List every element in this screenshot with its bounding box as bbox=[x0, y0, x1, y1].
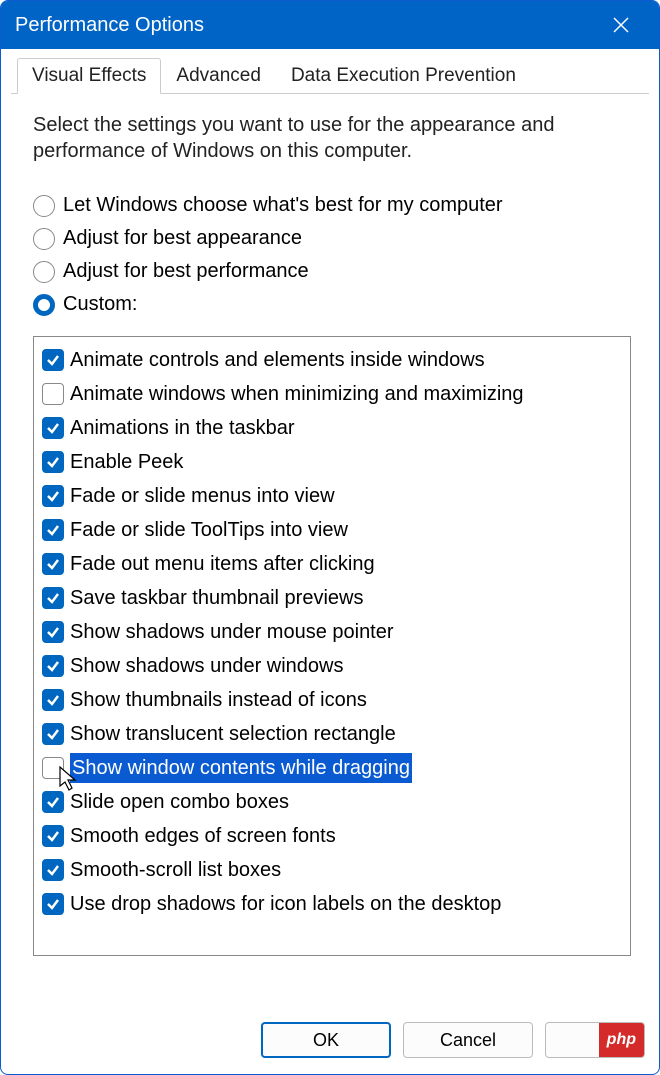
radio-icon bbox=[33, 195, 55, 217]
list-item[interactable]: Fade or slide ToolTips into view bbox=[42, 513, 630, 547]
checkbox-label: Show shadows under mouse pointer bbox=[70, 617, 394, 647]
list-item[interactable]: Show window contents while dragging bbox=[42, 751, 630, 785]
watermark-overlay: php bbox=[599, 1023, 644, 1057]
list-item[interactable]: Smooth edges of screen fonts bbox=[42, 819, 630, 853]
checkbox-label: Animate controls and elements inside win… bbox=[70, 345, 485, 375]
checkbox-label: Fade or slide ToolTips into view bbox=[70, 515, 348, 545]
checkbox-label: Smooth edges of screen fonts bbox=[70, 821, 336, 851]
close-button[interactable] bbox=[597, 1, 645, 49]
radio-option[interactable]: Let Windows choose what's best for my co… bbox=[33, 194, 631, 217]
checkbox[interactable] bbox=[42, 689, 64, 711]
checkbox[interactable] bbox=[42, 519, 64, 541]
list-item[interactable]: Fade or slide menus into view bbox=[42, 479, 630, 513]
client-area: Visual EffectsAdvancedData Execution Pre… bbox=[1, 49, 659, 1008]
list-item[interactable]: Save taskbar thumbnail previews bbox=[42, 581, 630, 615]
checkbox[interactable] bbox=[42, 655, 64, 677]
checkbox[interactable] bbox=[42, 349, 64, 371]
tab-advanced[interactable]: Advanced bbox=[161, 58, 276, 94]
checkbox-label: Fade or slide menus into view bbox=[70, 481, 335, 511]
checkbox[interactable] bbox=[42, 485, 64, 507]
checkbox[interactable] bbox=[42, 417, 64, 439]
checkbox-label: Enable Peek bbox=[70, 447, 183, 477]
radio-option[interactable]: Adjust for best appearance bbox=[33, 227, 631, 250]
checkbox[interactable] bbox=[42, 553, 64, 575]
close-icon bbox=[612, 16, 630, 34]
list-item[interactable]: Animate controls and elements inside win… bbox=[42, 343, 630, 377]
checkbox-label: Animations in the taskbar bbox=[70, 413, 295, 443]
checkbox[interactable] bbox=[42, 893, 64, 915]
list-item[interactable]: Smooth-scroll list boxes bbox=[42, 853, 630, 887]
checkbox[interactable] bbox=[42, 451, 64, 473]
list-item[interactable]: Show thumbnails instead of icons bbox=[42, 683, 630, 717]
radio-label: Adjust for best performance bbox=[63, 260, 309, 283]
radio-option[interactable]: Custom: bbox=[33, 293, 631, 316]
tab-data-execution-prevention[interactable]: Data Execution Prevention bbox=[276, 58, 531, 94]
list-item[interactable]: Animations in the taskbar bbox=[42, 411, 630, 445]
checkbox-label: Slide open combo boxes bbox=[70, 787, 289, 817]
list-item[interactable]: Show translucent selection rectangle bbox=[42, 717, 630, 751]
tab-strip: Visual EffectsAdvancedData Execution Pre… bbox=[11, 57, 649, 94]
checkbox-label: Animate windows when minimizing and maxi… bbox=[70, 379, 524, 409]
checkbox[interactable] bbox=[42, 757, 64, 779]
radio-label: Let Windows choose what's best for my co… bbox=[63, 194, 503, 217]
list-item[interactable]: Slide open combo boxes bbox=[42, 785, 630, 819]
list-item[interactable]: Animate windows when minimizing and maxi… bbox=[42, 377, 630, 411]
radio-option[interactable]: Adjust for best performance bbox=[33, 260, 631, 283]
list-item[interactable]: Fade out menu items after clicking bbox=[42, 547, 630, 581]
checkbox-label: Show translucent selection rectangle bbox=[70, 719, 396, 749]
checkbox[interactable] bbox=[42, 383, 64, 405]
checkbox[interactable] bbox=[42, 723, 64, 745]
checkbox-label: Smooth-scroll list boxes bbox=[70, 855, 281, 885]
list-item[interactable]: Enable Peek bbox=[42, 445, 630, 479]
tab-visual-effects[interactable]: Visual Effects bbox=[17, 58, 161, 94]
checkbox-label: Fade out menu items after clicking bbox=[70, 549, 375, 579]
checkbox-label: Show shadows under windows bbox=[70, 651, 344, 681]
visual-effects-listbox[interactable]: Animate controls and elements inside win… bbox=[33, 336, 631, 956]
tab-content-visual-effects: Select the settings you want to use for … bbox=[11, 94, 649, 1008]
radio-icon bbox=[33, 228, 55, 250]
radio-label: Custom: bbox=[63, 293, 137, 316]
checkbox[interactable] bbox=[42, 621, 64, 643]
cancel-button[interactable]: Cancel bbox=[403, 1022, 533, 1058]
ok-button[interactable]: OK bbox=[261, 1022, 391, 1058]
list-item[interactable]: Use drop shadows for icon labels on the … bbox=[42, 887, 630, 921]
titlebar: Performance Options bbox=[1, 1, 659, 49]
dialog-window: Performance Options Visual EffectsAdvanc… bbox=[0, 0, 660, 1075]
checkbox-label: Show thumbnails instead of icons bbox=[70, 685, 367, 715]
dialog-button-row: OK Cancel php bbox=[1, 1008, 659, 1074]
checkbox-label: Show window contents while dragging bbox=[70, 753, 412, 783]
checkbox-label: Save taskbar thumbnail previews bbox=[70, 583, 363, 613]
radio-label: Adjust for best appearance bbox=[63, 227, 302, 250]
checkbox[interactable] bbox=[42, 791, 64, 813]
checkbox[interactable] bbox=[42, 587, 64, 609]
window-title: Performance Options bbox=[15, 14, 204, 37]
checkbox[interactable] bbox=[42, 859, 64, 881]
apply-button[interactable]: php bbox=[545, 1022, 645, 1058]
checkbox-label: Use drop shadows for icon labels on the … bbox=[70, 889, 501, 919]
list-item[interactable]: Show shadows under windows bbox=[42, 649, 630, 683]
checkbox[interactable] bbox=[42, 825, 64, 847]
description-text: Select the settings you want to use for … bbox=[33, 112, 631, 164]
radio-icon bbox=[33, 261, 55, 283]
radio-icon bbox=[33, 294, 55, 316]
list-item[interactable]: Show shadows under mouse pointer bbox=[42, 615, 630, 649]
